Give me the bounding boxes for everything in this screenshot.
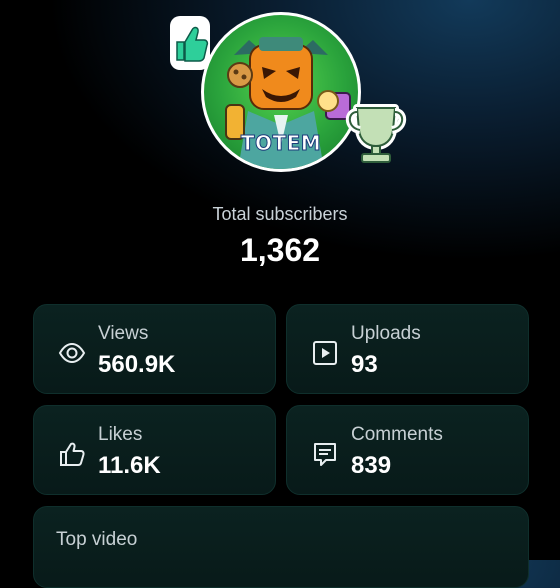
trophy-sticker-icon: [343, 100, 409, 168]
comment-icon: [311, 440, 339, 468]
likes-label: Likes: [98, 424, 143, 445]
likes-value: 11.6K: [98, 452, 161, 479]
eye-icon: [58, 339, 86, 367]
comments-label: Comments: [351, 424, 443, 445]
uploads-label: Uploads: [351, 323, 421, 344]
comments-card[interactable]: Comments 839: [286, 405, 529, 495]
views-card[interactable]: Views 560.9K: [33, 304, 276, 394]
uploads-card[interactable]: Uploads 93: [286, 304, 529, 394]
thumbs-up-icon: [58, 440, 86, 468]
views-label: Views: [98, 323, 149, 344]
top-video-label: Top video: [56, 529, 138, 550]
avatar-label: TOTEM: [240, 131, 322, 156]
comments-value: 839: [351, 452, 392, 479]
top-video-card[interactable]: Top video: [33, 506, 529, 588]
play-icon: [311, 339, 339, 367]
subscribers-count: 1,362: [239, 232, 321, 268]
views-value: 560.9K: [98, 351, 176, 378]
subscribers-label: Total subscribers: [212, 204, 348, 224]
uploads-value: 93: [351, 351, 378, 378]
channel-avatar[interactable]: TOTEM: [201, 12, 361, 172]
likes-card[interactable]: Likes 11.6K: [33, 405, 276, 495]
